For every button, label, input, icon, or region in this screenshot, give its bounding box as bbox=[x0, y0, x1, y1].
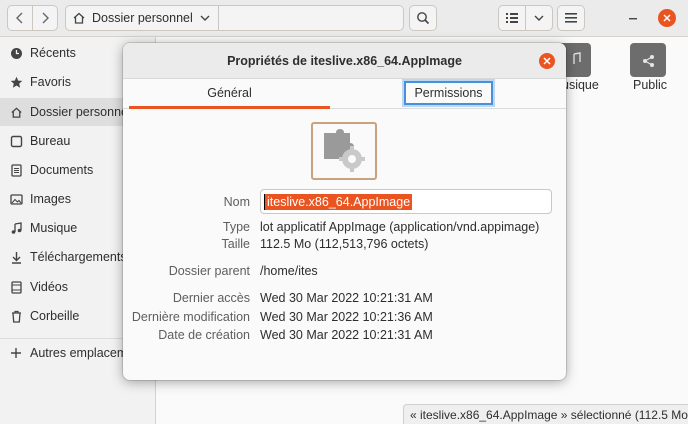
view-options-button[interactable] bbox=[525, 5, 553, 31]
video-icon bbox=[9, 280, 23, 294]
status-bar: « iteslive.x86_64.AppImage » sélectionné… bbox=[403, 404, 688, 424]
dialog-tabs: Général bbox=[123, 79, 566, 109]
properties-dialog: Propriétés de iteslive.x86_64.AppImage G… bbox=[123, 43, 566, 380]
created-label: Date de création bbox=[158, 328, 250, 342]
dialog-title: Propriétés de iteslive.x86_64.AppImage bbox=[123, 43, 566, 79]
parent-folder-value: /home/ites bbox=[260, 264, 318, 278]
folder-icon[interactable] bbox=[630, 43, 666, 77]
minimize-icon bbox=[629, 18, 637, 20]
type-value: lot applicatif AppImage (application/vnd… bbox=[260, 220, 540, 234]
clock-icon bbox=[9, 46, 23, 60]
sidebar-item-label: Bureau bbox=[30, 134, 71, 148]
sidebar-item-label: Corbeille bbox=[30, 309, 80, 323]
chevron-right-icon bbox=[42, 12, 49, 24]
path-label: Dossier personnel bbox=[92, 11, 193, 25]
folder-label: Public bbox=[633, 78, 668, 92]
window-close-button[interactable] bbox=[658, 9, 676, 27]
size-label: Taille bbox=[221, 237, 251, 251]
tab-permissions[interactable]: Permissions bbox=[404, 81, 493, 105]
path-bar: Dossier personnel bbox=[65, 5, 404, 31]
tab-general[interactable]: Général bbox=[129, 79, 330, 109]
share-icon bbox=[643, 55, 654, 67]
search-icon bbox=[417, 12, 430, 25]
sidebar-item-label: Musique bbox=[30, 221, 78, 235]
list-view-icon bbox=[506, 13, 518, 23]
app-icon bbox=[311, 122, 377, 180]
parent-folder-label: Dossier parent bbox=[168, 264, 250, 278]
sidebar-item-label: Favoris bbox=[30, 75, 71, 89]
home-icon bbox=[73, 12, 85, 24]
plus-icon bbox=[9, 346, 23, 360]
desktop-icon bbox=[9, 134, 23, 148]
name-input[interactable]: iteslive.x86_64.AppImage bbox=[260, 189, 552, 214]
download-icon bbox=[9, 250, 23, 264]
forward-button[interactable] bbox=[32, 5, 58, 31]
puzzle-gear-icon bbox=[324, 129, 365, 172]
search-button[interactable] bbox=[409, 5, 437, 31]
type-label: Type bbox=[222, 220, 250, 234]
menu-button[interactable] bbox=[557, 5, 585, 31]
list-view-button[interactable] bbox=[498, 5, 526, 31]
trash-icon bbox=[9, 309, 23, 323]
chevron-left-icon bbox=[16, 12, 23, 24]
accessed-label: Dernier accès bbox=[172, 291, 250, 305]
sidebar-item-label: Téléchargements bbox=[30, 250, 127, 264]
sidebar-item-label: Images bbox=[30, 192, 71, 206]
size-value: 112.5 Mo (112,513,796 octets) bbox=[260, 237, 429, 251]
sidebar-item-label: Récents bbox=[30, 46, 76, 60]
back-button[interactable] bbox=[7, 5, 33, 31]
sidebar-item-label: Vidéos bbox=[30, 280, 68, 294]
music-icon bbox=[9, 221, 23, 235]
document-icon bbox=[9, 163, 23, 177]
modified-value: Wed 30 Mar 2022 10:21:36 AM bbox=[260, 310, 433, 324]
created-value: Wed 30 Mar 2022 10:21:31 AM bbox=[260, 328, 433, 342]
path-segment-home[interactable]: Dossier personnel bbox=[66, 6, 219, 30]
minimize-button[interactable] bbox=[620, 5, 646, 31]
hamburger-menu-icon bbox=[565, 13, 577, 23]
header-bar: Dossier personnel bbox=[0, 0, 688, 37]
accessed-value: Wed 30 Mar 2022 10:21:31 AM bbox=[260, 291, 433, 305]
name-input-value: iteslive.x86_64.AppImage bbox=[264, 193, 413, 210]
name-label: Nom bbox=[223, 195, 250, 209]
chevron-down-icon bbox=[200, 15, 210, 21]
home-icon bbox=[9, 105, 23, 119]
star-icon bbox=[9, 75, 23, 89]
modified-label: Dernière modification bbox=[131, 310, 250, 324]
sidebar-item-label: Dossier personnel bbox=[30, 105, 131, 119]
chevron-down-icon bbox=[534, 15, 544, 21]
close-icon bbox=[663, 14, 671, 22]
close-icon bbox=[543, 57, 551, 65]
sidebar-item-label: Documents bbox=[30, 163, 94, 177]
image-icon bbox=[9, 192, 23, 206]
dialog-close-button[interactable] bbox=[539, 53, 555, 69]
folder-label: usique bbox=[562, 78, 599, 92]
